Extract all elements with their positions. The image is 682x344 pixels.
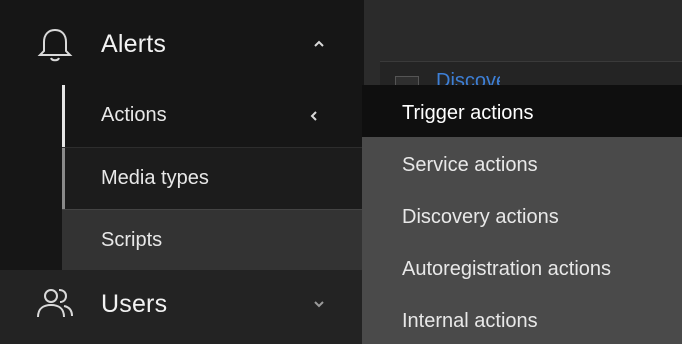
- bell-icon: [37, 28, 73, 62]
- sidebar-group-label: Alerts: [101, 30, 167, 58]
- chevron-down-icon: [314, 301, 324, 308]
- menu-item-label: Autoregistration actions: [402, 258, 612, 280]
- indicator: [62, 210, 65, 270]
- screen: Discovery Alerts Actions Media types: [0, 0, 682, 344]
- sidebar-item-actions[interactable]: Actions: [62, 85, 364, 147]
- sidebar: Alerts Actions Media types Scripts Users: [0, 0, 364, 344]
- menu-item-discovery-actions[interactable]: Discovery actions: [362, 189, 682, 241]
- sidebar-item-label: Media types: [101, 167, 209, 189]
- sidebar-item-media-types[interactable]: Media types: [62, 147, 364, 210]
- sidebar-group-label: Users: [101, 290, 168, 318]
- chevron-up-icon: [314, 40, 324, 47]
- menu-item-autoregistration-actions[interactable]: Autoregistration actions: [362, 241, 682, 293]
- menu-item-label: Trigger actions: [402, 102, 534, 124]
- chevron-left-icon: [310, 111, 317, 121]
- users-icon: [37, 289, 73, 318]
- menu-item-trigger-actions[interactable]: Trigger actions: [362, 85, 682, 137]
- menu-item-label: Discovery actions: [402, 206, 559, 228]
- sidebar-item-scripts[interactable]: Scripts: [62, 209, 364, 270]
- content-header: [380, 0, 682, 62]
- menu-item-internal-actions[interactable]: Internal actions: [362, 293, 682, 344]
- indicator: [62, 148, 65, 210]
- actions-flyout-menu: Trigger actions Service actions Discover…: [362, 85, 682, 344]
- sidebar-item-label: Scripts: [101, 229, 163, 251]
- sidebar-group-alerts[interactable]: Alerts: [0, 10, 364, 82]
- active-indicator: [62, 85, 65, 147]
- sidebar-group-users[interactable]: Users: [0, 270, 364, 344]
- menu-item-service-actions[interactable]: Service actions: [362, 137, 682, 189]
- sidebar-item-label: Actions: [101, 104, 167, 126]
- menu-item-label: Service actions: [402, 154, 538, 176]
- menu-item-label: Internal actions: [402, 310, 538, 332]
